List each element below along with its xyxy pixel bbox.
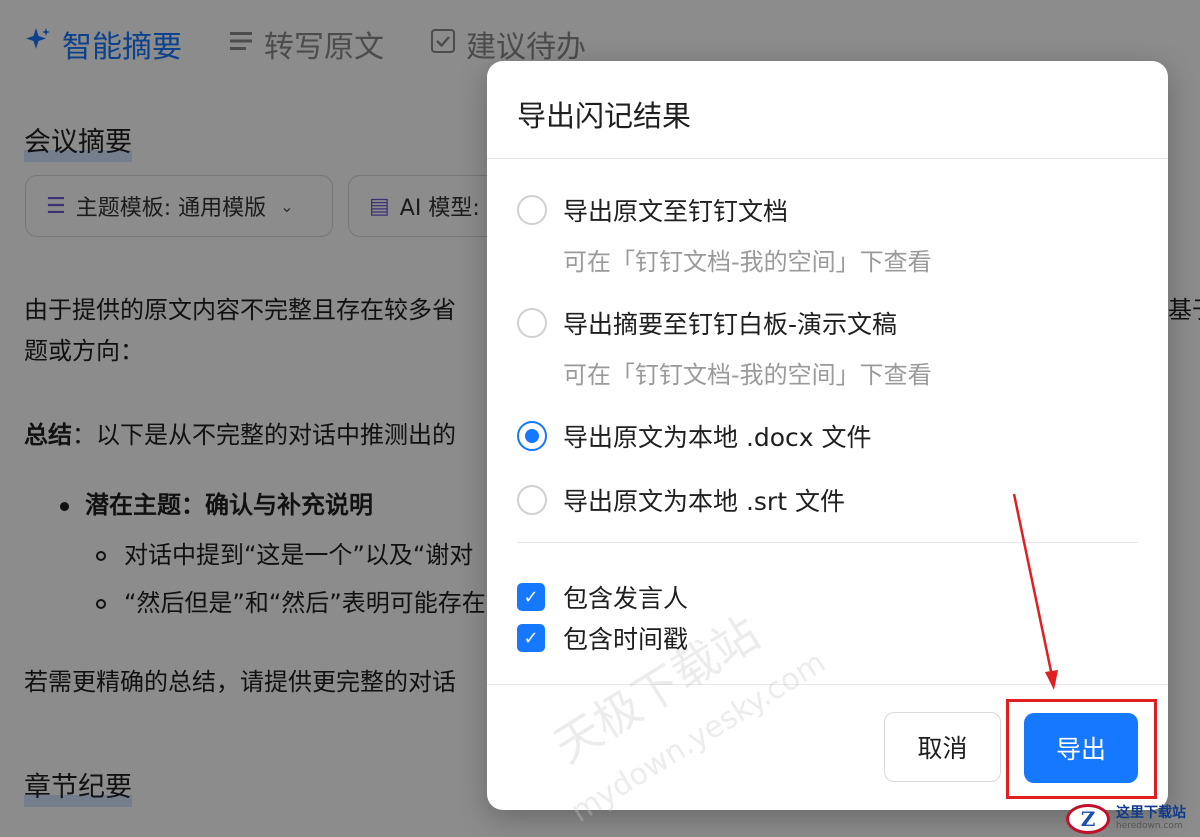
logo-url: heredown.com: [1116, 821, 1183, 831]
annotation-arrow: [1012, 493, 1058, 690]
logo-title: 这里下载站: [1116, 805, 1186, 821]
logo-mark-icon: Z: [1066, 803, 1110, 834]
site-logo: Z 这里下载站 heredown.com: [1066, 800, 1186, 837]
